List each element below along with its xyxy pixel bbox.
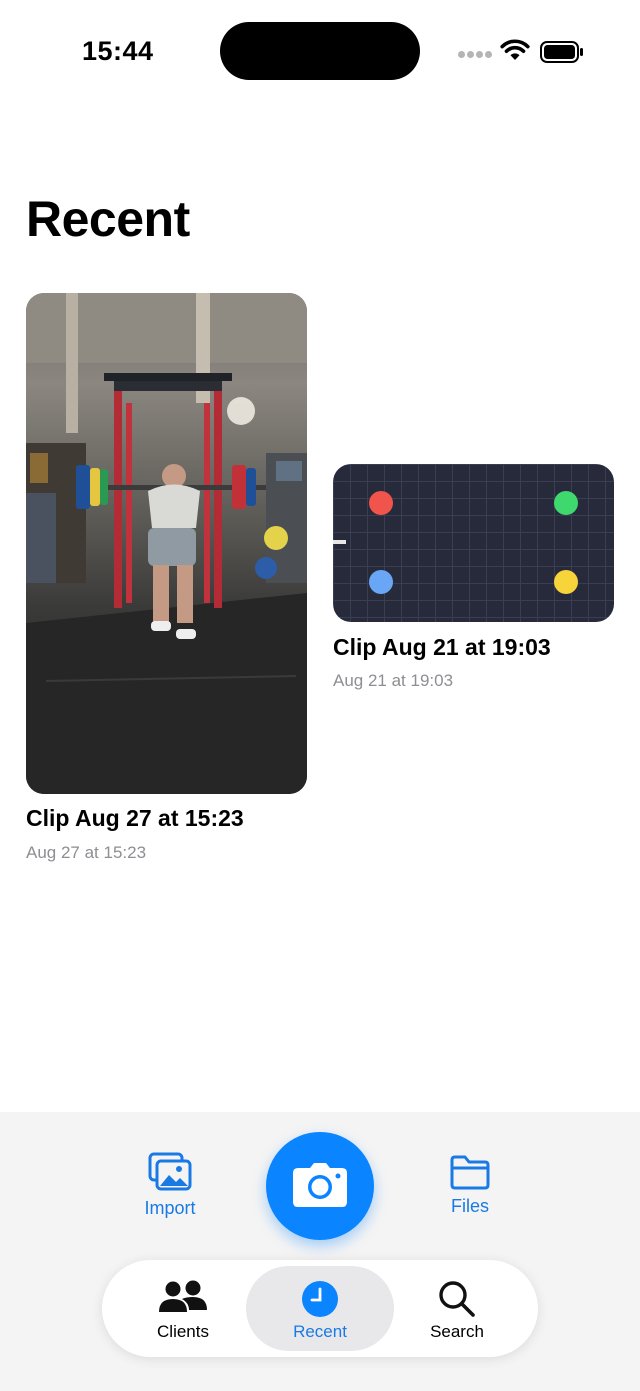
tab-search-label: Search	[430, 1322, 484, 1341]
people-icon	[159, 1280, 207, 1312]
clip-date: Aug 21 at 19:03	[333, 671, 454, 690]
tab-clients-label: Clients	[157, 1322, 209, 1341]
yellow-dot	[554, 570, 578, 594]
clip-title: Clip Aug 27 at 15:23	[26, 805, 244, 831]
battery-icon	[540, 41, 583, 63]
files-button[interactable]: Files	[430, 1154, 510, 1217]
files-label: Files	[450, 1196, 489, 1216]
status-time: 15:44	[82, 36, 154, 66]
tab-recent[interactable]: Recent	[246, 1266, 394, 1351]
import-button[interactable]: Import	[130, 1152, 210, 1219]
clock-icon	[302, 1281, 338, 1317]
clip-date: Aug 27 at 15:23	[26, 843, 147, 862]
dynamic-island	[220, 22, 420, 80]
search-icon	[439, 1281, 475, 1317]
wifi-icon	[500, 39, 530, 60]
tab-search[interactable]: Search	[398, 1266, 516, 1351]
green-dot	[554, 491, 578, 515]
photos-icon	[148, 1152, 192, 1191]
cellular-signal-icon	[458, 51, 492, 59]
import-label: Import	[144, 1198, 196, 1218]
camera-icon	[293, 1163, 347, 1207]
camera-button[interactable]	[266, 1132, 374, 1240]
tab-recent-label: Recent	[293, 1322, 347, 1341]
tab-clients[interactable]: Clients	[124, 1266, 242, 1351]
clip-title: Clip Aug 21 at 19:03	[333, 634, 551, 660]
page-title: Recent	[26, 191, 190, 247]
clip-thumbnail[interactable]	[333, 464, 614, 622]
clip-card[interactable]: Clip Aug 27 at 15:23 Aug 27 at 15:23	[26, 293, 307, 863]
timeline-marker	[333, 540, 346, 544]
clip-card[interactable]: Clip Aug 21 at 19:03 Aug 21 at 19:03	[333, 464, 614, 694]
clip-thumbnail[interactable]	[26, 293, 307, 794]
red-dot	[369, 491, 393, 515]
blue-dot	[369, 570, 393, 594]
gym-video-frame	[26, 293, 307, 794]
tab-bar: Clients Recent Search	[102, 1260, 538, 1357]
folder-icon	[450, 1155, 490, 1190]
